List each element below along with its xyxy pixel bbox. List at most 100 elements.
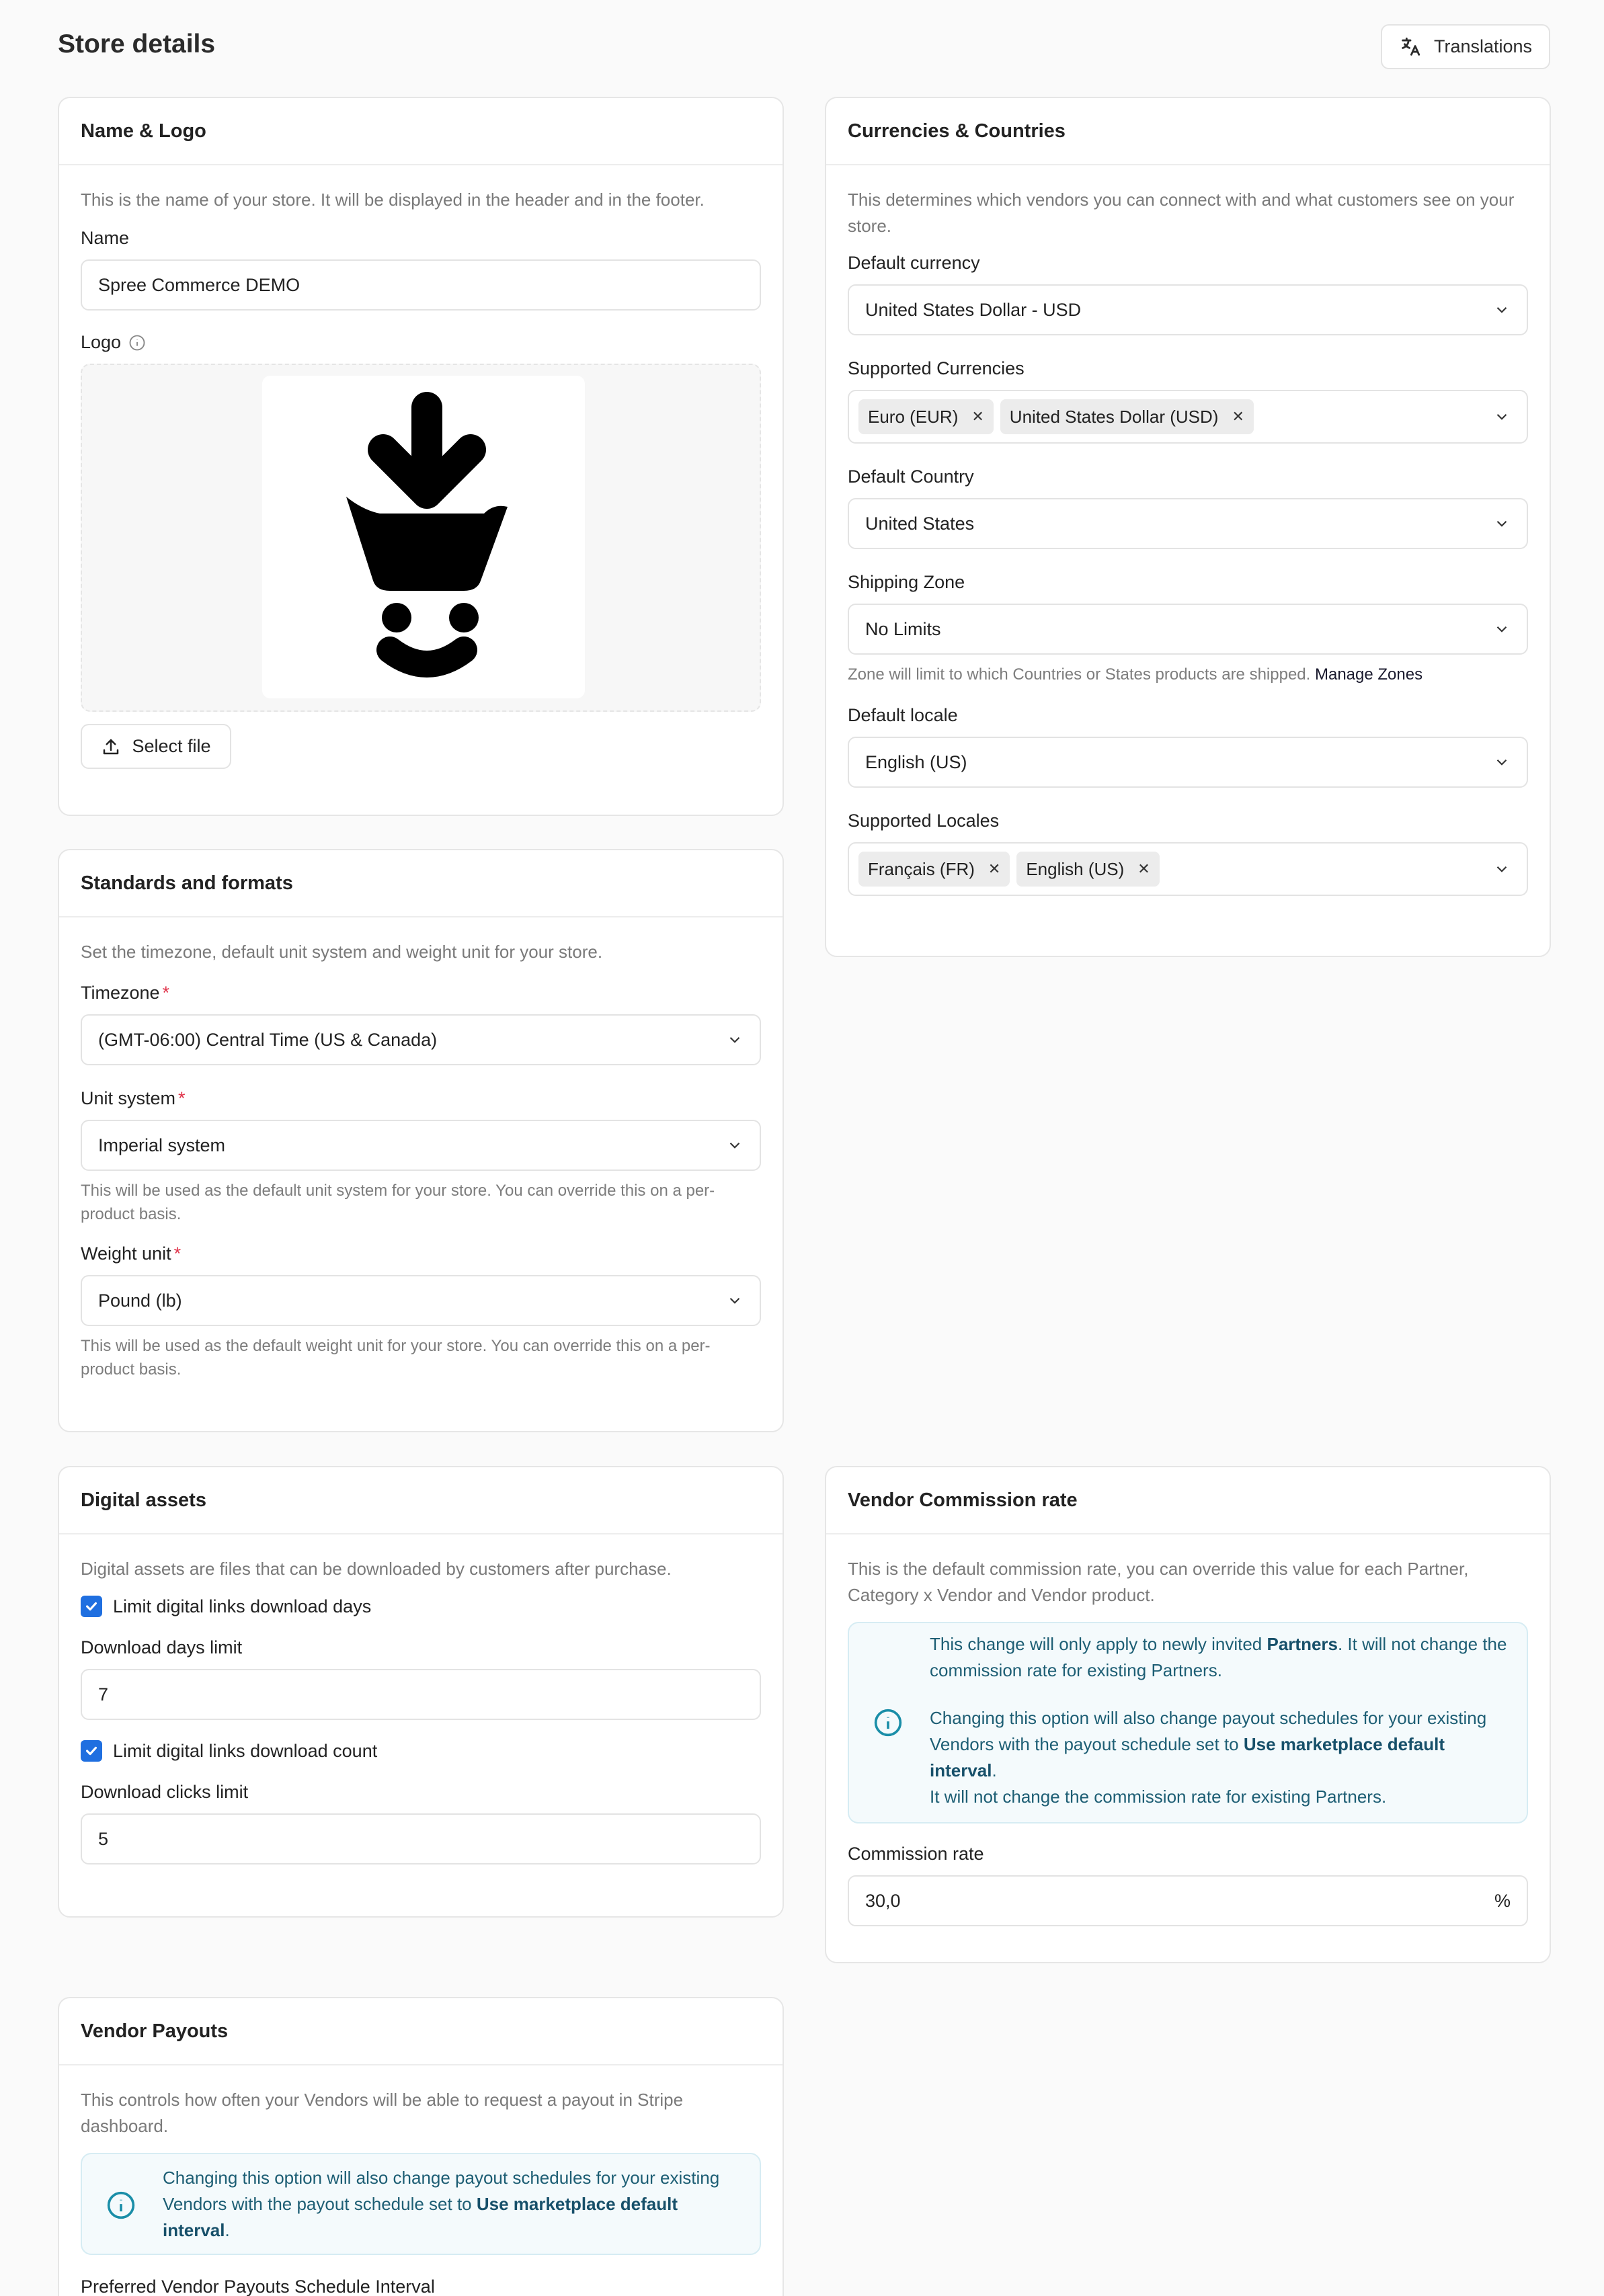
remove-icon[interactable]: ✕	[988, 860, 1000, 878]
days-limit-value: 7	[98, 1684, 109, 1705]
default-country-select[interactable]: United States	[848, 498, 1528, 549]
percent-suffix: %	[1494, 1890, 1511, 1911]
chevron-down-icon	[1496, 306, 1507, 313]
default-currency-label: Default currency	[848, 253, 980, 273]
shipping-zone-hint: Zone will limit to which Countries or St…	[848, 663, 1528, 686]
chip-label: English (US)	[1026, 858, 1125, 879]
default-country-label: Default Country	[848, 466, 974, 487]
check-icon	[85, 1602, 97, 1611]
payouts-description: This controls how often your Vendors wil…	[81, 2090, 684, 2136]
manage-zones-link[interactable]: Manage Zones	[1315, 665, 1422, 684]
currencies-title: Currencies & Countries	[826, 98, 1550, 165]
supported-locales-label: Supported Locales	[848, 811, 1000, 831]
standards-card: Standards and formats Set the timezone, …	[58, 849, 784, 1432]
select-file-label: Select file	[132, 736, 211, 756]
commission-info-p3: It will not change the commission rate f…	[930, 1787, 1387, 1807]
commission-rate-input[interactable]: 30,0 %	[848, 1875, 1528, 1926]
name-logo-title: Name & Logo	[59, 98, 783, 165]
currency-chip: Euro (EUR) ✕	[858, 399, 994, 434]
standards-title: Standards and formats	[59, 850, 783, 917]
weight-unit-select[interactable]: Pound (lb)	[81, 1275, 761, 1326]
select-file-button[interactable]: Select file	[81, 724, 231, 769]
store-logo-image	[346, 392, 508, 678]
remove-icon[interactable]: ✕	[1137, 860, 1150, 878]
digital-assets-description: Digital assets are files that can be dow…	[81, 1559, 672, 1579]
commission-info-p1: This change will only apply to newly inv…	[930, 1631, 1511, 1684]
unit-system-hint: This will be used as the default unit sy…	[81, 1182, 715, 1223]
timezone-value: (GMT-06:00) Central Time (US & Canada)	[98, 1029, 438, 1050]
check-icon	[85, 1746, 97, 1756]
required-mark: *	[173, 1243, 182, 1264]
payouts-title: Vendor Payouts	[59, 1998, 783, 2065]
chip-label: Français (FR)	[868, 858, 975, 879]
info-text: .	[992, 1760, 997, 1780]
commission-title: Vendor Commission rate	[826, 1467, 1550, 1534]
chevron-down-icon	[1496, 626, 1507, 632]
chevron-down-icon	[1496, 759, 1507, 766]
commission-info-box: This change will only apply to newly inv…	[848, 1622, 1528, 1823]
limit-days-checkbox-row[interactable]: Limit digital links download days	[81, 1596, 761, 1617]
info-icon	[874, 1709, 902, 1737]
weight-unit-value: Pound (lb)	[98, 1290, 182, 1311]
default-currency-select[interactable]: United States Dollar - USD	[848, 284, 1528, 335]
info-strong: Partners	[1267, 1634, 1338, 1654]
name-input[interactable]: Spree Commerce DEMO	[81, 259, 761, 311]
default-locale-value: English (US)	[865, 751, 967, 772]
unit-system-label: Unit system *	[81, 1088, 761, 1109]
locale-chip: Français (FR) ✕	[858, 852, 1010, 887]
translations-label: Translations	[1433, 36, 1533, 56]
digital-assets-title: Digital assets	[59, 1467, 783, 1534]
supported-locales-select[interactable]: Français (FR) ✕ English (US) ✕	[848, 842, 1528, 896]
remove-icon[interactable]: ✕	[971, 408, 984, 425]
remove-icon[interactable]: ✕	[1232, 408, 1244, 425]
name-label: Name	[81, 228, 130, 248]
default-country-value: United States	[865, 513, 975, 534]
payout-interval-label: Preferred Vendor Payouts Schedule Interv…	[81, 2277, 435, 2296]
default-currency-value: United States Dollar - USD	[865, 299, 1082, 320]
commission-rate-label: Commission rate	[848, 1844, 984, 1864]
limit-days-checkbox[interactable]	[81, 1596, 102, 1617]
info-icon[interactable]	[128, 333, 147, 352]
shipping-zone-select[interactable]: No Limits	[848, 604, 1528, 655]
shipping-hint-text: Zone will limit to which Countries or St…	[848, 665, 1311, 684]
name-value: Spree Commerce DEMO	[98, 274, 300, 295]
supported-currencies-select[interactable]: Euro (EUR) ✕ United States Dollar (USD) ✕	[848, 390, 1528, 444]
unit-system-label-text: Unit system	[81, 1088, 176, 1108]
commission-rate-value: 30,0	[865, 1890, 901, 1911]
clicks-limit-input[interactable]: 5	[81, 1813, 761, 1864]
chevron-down-icon	[729, 1297, 740, 1304]
currencies-description: This determines which vendors you can co…	[848, 190, 1515, 236]
payouts-info-box: Changing this option will also change pa…	[81, 2153, 761, 2255]
limit-count-checkbox-row[interactable]: Limit digital links download count	[81, 1740, 761, 1762]
locale-chip: English (US) ✕	[1016, 852, 1160, 887]
timezone-select[interactable]: (GMT-06:00) Central Time (US & Canada)	[81, 1014, 761, 1065]
logo-label: Logo	[81, 332, 122, 352]
upload-icon	[104, 739, 119, 754]
info-text: .	[225, 2220, 230, 2240]
shipping-zone-label: Shipping Zone	[848, 572, 965, 592]
days-limit-input[interactable]: 7	[81, 1669, 761, 1720]
commission-description: This is the default commission rate, you…	[848, 1559, 1469, 1605]
commission-info-p2: Changing this option will also change pa…	[930, 1705, 1511, 1784]
default-locale-select[interactable]: English (US)	[848, 737, 1528, 788]
translations-button[interactable]: Translations	[1381, 24, 1550, 69]
payouts-info-text: Changing this option will also change pa…	[163, 2165, 744, 2244]
chevron-down-icon	[729, 1036, 740, 1043]
timezone-label-text: Timezone	[81, 983, 160, 1003]
limit-count-checkbox[interactable]	[81, 1740, 102, 1762]
timezone-label: Timezone *	[81, 983, 761, 1003]
weight-unit-label: Weight unit *	[81, 1243, 761, 1264]
clicks-limit-value: 5	[98, 1828, 109, 1849]
required-mark: *	[178, 1088, 186, 1108]
days-limit-label: Download days limit	[81, 1637, 243, 1657]
shipping-zone-value: No Limits	[865, 618, 941, 639]
commission-card: Vendor Commission rate This is the defau…	[825, 1466, 1551, 1963]
unit-system-select[interactable]: Imperial system	[81, 1120, 761, 1171]
chip-label: Euro (EUR)	[868, 406, 959, 427]
weight-unit-label-text: Weight unit	[81, 1243, 171, 1264]
chevron-down-icon	[729, 1142, 740, 1149]
unit-system-value: Imperial system	[98, 1135, 226, 1155]
currencies-card: Currencies & Countries This determines w…	[825, 97, 1551, 957]
digital-assets-card: Digital assets Digital assets are files …	[58, 1466, 784, 1918]
logo-dropzone[interactable]	[81, 364, 761, 712]
